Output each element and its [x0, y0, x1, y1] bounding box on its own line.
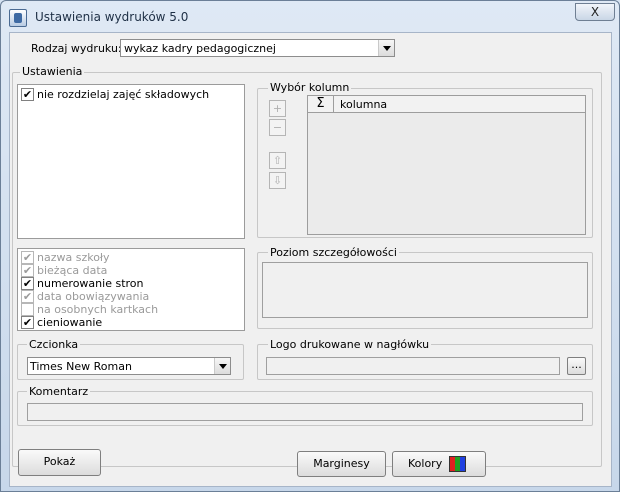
colors-button[interactable]: Kolory: [392, 451, 486, 477]
app-icon: [9, 9, 27, 27]
detail-level-area[interactable]: [262, 262, 588, 318]
logo-legend: Logo drukowane w nagłówku: [268, 338, 432, 351]
checkbox-page-numbering[interactable]: ✔: [21, 277, 34, 290]
close-icon: X: [590, 5, 600, 19]
column-name-header[interactable]: kolumna: [340, 98, 387, 111]
checkbox-separate-pages[interactable]: [21, 303, 34, 316]
window-title: Ustawienia wydruków 5.0: [35, 10, 189, 24]
option-label: bieżąca data: [37, 264, 108, 277]
close-button[interactable]: X: [575, 3, 615, 21]
move-down-button[interactable]: ⇩: [269, 172, 286, 189]
comment-legend: Komentarz: [27, 385, 91, 398]
font-select[interactable]: Times New Roman: [27, 357, 231, 375]
columns-grid[interactable]: Σ kolumna: [307, 95, 586, 235]
checkbox-label: nie rozdzielaj zajęć składowych: [37, 88, 210, 101]
checkbox-shading[interactable]: ✔: [21, 316, 34, 329]
font-legend: Czcionka: [27, 338, 81, 351]
arrow-up-icon: ⇧: [272, 154, 283, 167]
option-label: nazwa szkoły: [37, 251, 110, 264]
report-type-value: wykaz kadry pedagogicznej: [124, 42, 276, 55]
columns-legend: Wybór kolumn: [268, 81, 352, 94]
checkbox-school-name[interactable]: ✔: [21, 251, 34, 264]
report-type-label: Rodzaj wydruku:: [31, 42, 122, 55]
sigma-column-header[interactable]: Σ: [308, 96, 334, 113]
title-bar: Ustawienia wydruków 5.0 X: [2, 2, 618, 32]
chevron-down-icon[interactable]: [214, 358, 230, 374]
components-listbox[interactable]: ✔ nie rozdzielaj zajęć składowych: [17, 84, 245, 239]
detail-level-legend: Poziom szczegółowości: [268, 246, 399, 259]
option-label: data obowiązywania: [37, 290, 150, 303]
option-label: numerowanie stron: [37, 277, 144, 290]
move-up-button[interactable]: ⇧: [269, 152, 286, 169]
settings-legend: Ustawienia: [20, 65, 85, 78]
list-item[interactable]: ✔ nie rozdzielaj zajęć składowych: [21, 88, 241, 101]
add-column-button[interactable]: +: [269, 100, 286, 117]
option-label: na osobnych kartkach: [37, 303, 159, 316]
chevron-down-icon[interactable]: [378, 40, 394, 56]
font-value: Times New Roman: [30, 360, 132, 373]
option-label: cieniowanie: [37, 316, 103, 329]
checkbox-split-components[interactable]: ✔: [21, 88, 34, 101]
print-options-list[interactable]: ✔ nazwa szkoły ✔ bieżąca data ✔ numerowa…: [17, 248, 245, 331]
checkbox-current-date[interactable]: ✔: [21, 264, 34, 277]
show-button[interactable]: Pokaż: [18, 449, 101, 476]
browse-logo-button[interactable]: ...: [567, 357, 586, 375]
palette-icon: [449, 456, 466, 472]
remove-column-button[interactable]: −: [269, 119, 286, 136]
margins-button[interactable]: Marginesy: [297, 451, 386, 477]
checkbox-valid-date[interactable]: ✔: [21, 290, 34, 303]
logo-path-field[interactable]: [266, 357, 560, 375]
columns-grid-header: Σ kolumna: [308, 96, 585, 113]
report-type-select[interactable]: wykaz kadry pedagogicznej: [120, 39, 395, 57]
dialog-client-area: Rodzaj wydruku: wykaz kadry pedagogiczne…: [9, 32, 612, 487]
colors-button-label: Kolory: [408, 457, 443, 470]
comment-field[interactable]: [27, 403, 583, 421]
application-window: Ustawienia wydruków 5.0 X Rodzaj wydruku…: [0, 0, 620, 492]
arrow-down-icon: ⇩: [272, 174, 283, 187]
minus-icon: −: [272, 121, 283, 134]
plus-icon: +: [272, 102, 283, 115]
